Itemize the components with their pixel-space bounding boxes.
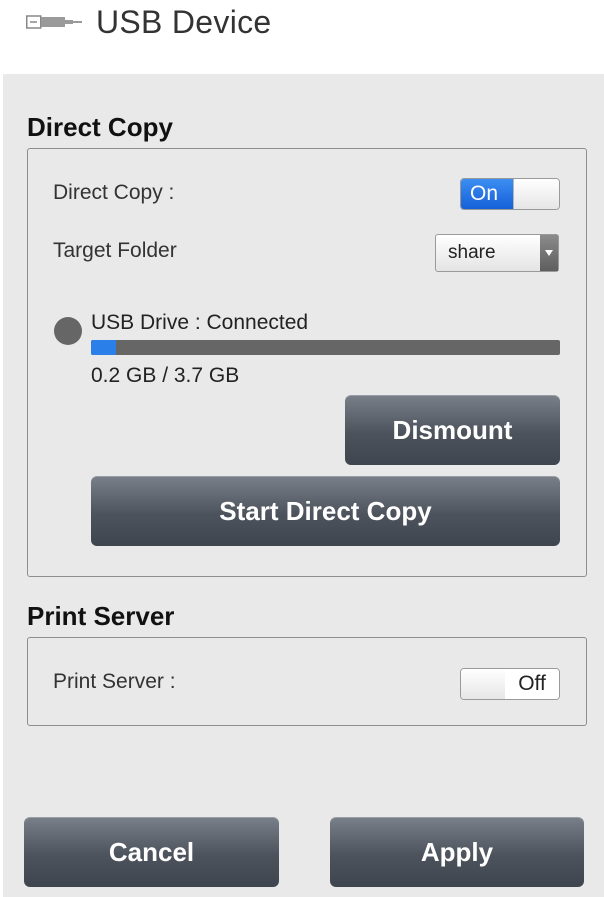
page-title: USB Device [96,4,272,40]
dropdown-arrow-icon [540,235,558,271]
drive-usage-bar [91,340,560,355]
drive-usage-fill [91,340,117,355]
cancel-button[interactable]: Cancel [24,817,279,887]
direct-copy-toggle[interactable]: On [460,178,560,210]
target-folder-label: Target Folder [53,239,177,262]
page-header: USB Device [0,0,604,74]
target-folder-value: share [448,242,496,263]
toggle-on-text: On [461,179,515,209]
direct-copy-box: Direct Copy : On Target Folder share USB… [27,148,587,577]
drive-status-text: USB Drive : Connected [91,311,309,334]
print-server-box: Print Server : Off [27,637,587,726]
dismount-button[interactable]: Dismount [345,395,560,465]
direct-copy-section-title: Direct Copy [27,112,173,142]
print-server-section-title: Print Server [27,601,175,631]
target-folder-select[interactable]: share [435,234,559,272]
usb-plug-icon [26,15,82,29]
toggle-knob [513,179,559,209]
drive-usage-text: 0.2 GB / 3.7 GB [91,364,240,387]
direct-copy-toggle-label: Direct Copy : [53,181,175,204]
apply-button[interactable]: Apply [330,817,584,887]
toggle-knob [461,669,507,699]
drive-status-dot [54,317,82,345]
print-server-toggle-label: Print Server : [53,670,176,693]
settings-panel: Direct Copy Direct Copy : On Target Fold… [3,74,604,897]
start-direct-copy-button[interactable]: Start Direct Copy [91,476,560,546]
print-server-toggle[interactable]: Off [460,668,560,700]
toggle-off-text: Off [505,669,559,699]
